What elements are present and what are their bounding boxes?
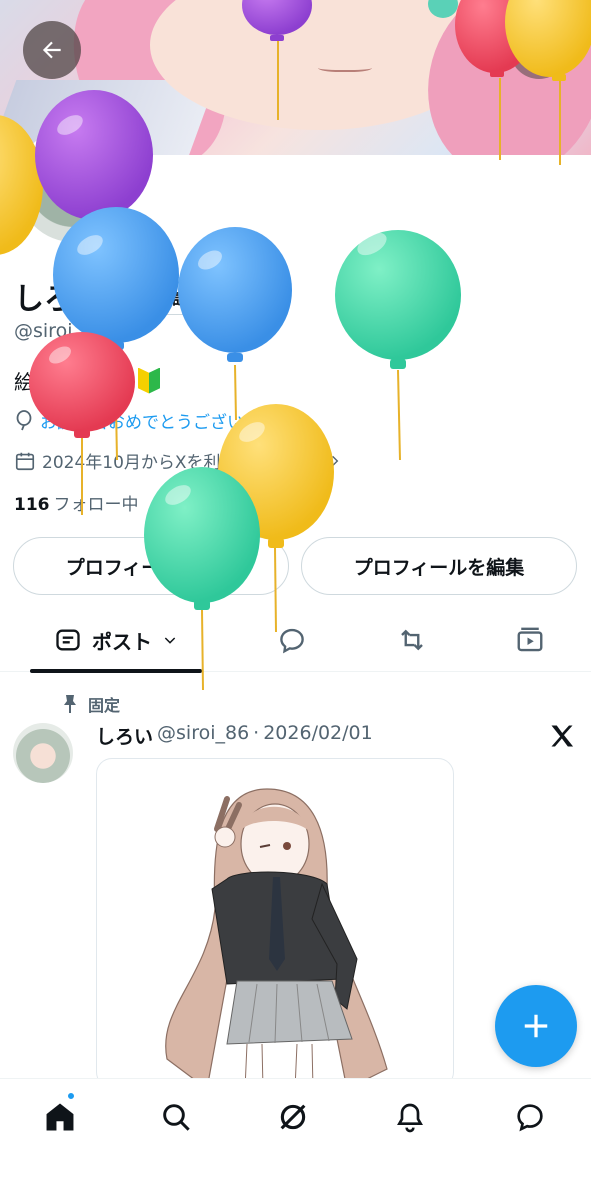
nav-grok[interactable] xyxy=(273,1097,313,1137)
edit-profile-button[interactable]: プロフィールを編集 xyxy=(301,537,577,595)
post-image[interactable] xyxy=(96,758,454,1088)
following-count: 116 xyxy=(14,495,50,515)
post-author-name[interactable]: しろい xyxy=(96,722,153,749)
post-header: しろい @siroi_86 · 2026/02/01 xyxy=(96,722,373,749)
balloon-icon xyxy=(16,409,32,430)
check-badge-icon xyxy=(129,286,149,306)
pin-icon xyxy=(64,695,76,713)
post-date[interactable]: 2026/02/01 xyxy=(263,722,373,749)
x-logo-icon[interactable] xyxy=(548,722,576,750)
beginner-mark-icon xyxy=(138,367,160,394)
home-icon xyxy=(46,1103,74,1131)
home-notification-dot xyxy=(66,1091,76,1101)
user-handle: @siroi_86 xyxy=(14,320,107,342)
arrow-left-icon xyxy=(42,41,61,59)
joined-text: 2024年10月からXを利用しています xyxy=(42,453,323,473)
plus-icon xyxy=(524,1014,548,1038)
reply-icon xyxy=(280,628,304,654)
tab-media[interactable] xyxy=(500,608,560,672)
birthday-row[interactable]: お誕生日おめでとうございます。 xyxy=(14,408,293,433)
back-button[interactable] xyxy=(23,21,81,79)
tab-replies[interactable] xyxy=(262,608,322,672)
followers-link[interactable]: 11 フォロワー xyxy=(157,490,270,515)
nav-notifications[interactable] xyxy=(390,1097,430,1137)
profile-avatar[interactable] xyxy=(14,128,132,246)
post-author-handle: @siroi_86 xyxy=(157,722,250,744)
chevron-right-icon xyxy=(332,455,339,466)
get-verified-label: 認証を受ける xyxy=(155,288,257,309)
search-icon xyxy=(163,1104,190,1131)
nav-explore[interactable] xyxy=(156,1097,196,1137)
bottom-navigation xyxy=(0,1078,591,1200)
message-icon xyxy=(517,1104,543,1132)
joined-row[interactable]: 2024年10月からXを利用しています xyxy=(14,448,342,473)
post-icon xyxy=(56,629,80,651)
followers-count: 11 xyxy=(156,495,181,515)
tab-posts[interactable]: ポスト xyxy=(30,608,202,673)
get-verified-button[interactable]: 認証を受ける xyxy=(116,277,274,315)
tab-reposts[interactable] xyxy=(382,608,442,672)
bio-text: 絵をかきます xyxy=(14,370,134,394)
following-link[interactable]: 116 フォロー中 xyxy=(14,490,139,515)
post-separator: · xyxy=(253,722,260,744)
search-icon xyxy=(529,40,550,61)
birthday-text: お誕生日おめでとうございます。 xyxy=(40,413,294,433)
following-label: フォロー中 xyxy=(53,495,139,515)
search-button[interactable] xyxy=(510,21,568,79)
chevron-down-icon xyxy=(164,637,176,644)
repost-icon xyxy=(401,629,423,651)
calendar-icon xyxy=(15,452,35,470)
share-profile-button[interactable]: プロフィールを共有 xyxy=(13,537,289,595)
post-author-avatar[interactable] xyxy=(13,723,73,783)
followers-label: フォロワー xyxy=(184,495,270,515)
bio: 絵をかきます xyxy=(14,366,160,395)
pinned-indicator: 固定 xyxy=(62,692,120,716)
tab-posts-label: ポスト xyxy=(92,629,152,654)
nav-home[interactable] xyxy=(40,1097,80,1137)
bell-icon xyxy=(397,1103,423,1133)
profile-tabs: ポスト xyxy=(0,608,591,673)
display-name: しろい xyxy=(14,282,104,317)
pinned-label: 固定 xyxy=(88,696,121,715)
grok-icon xyxy=(280,1104,306,1130)
nav-messages[interactable] xyxy=(510,1097,550,1137)
video-icon xyxy=(517,627,543,652)
compose-button[interactable] xyxy=(495,985,577,1067)
